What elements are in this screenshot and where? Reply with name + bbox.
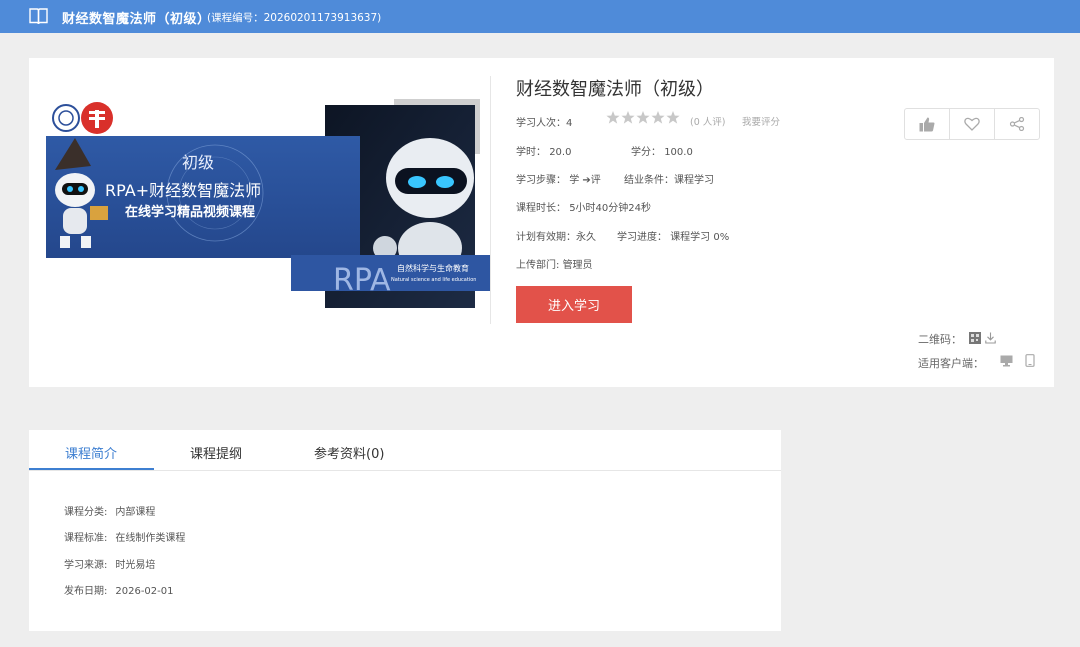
steps-value: 学 ➔评 <box>569 175 601 186</box>
department-info: 上传部门: 管理员 <box>516 256 593 271</box>
action-buttons <box>904 108 1040 140</box>
detail-value: 2026-02-01 <box>115 586 174 597</box>
cover-caption-cn: 自然科学与生命教育 <box>397 263 469 273</box>
duration-label: 课程时长： <box>516 203 566 214</box>
cover-banner-subtitle: 在线学习精品视频课程 <box>125 204 255 220</box>
learners-label: 学习人次： <box>516 118 566 129</box>
client-label: 适用客户端： <box>918 357 984 370</box>
duration-info: 课程时长： 5小时40分钟24秒 <box>516 199 651 214</box>
school-logo <box>52 102 113 134</box>
detail-value: 内部课程 <box>115 507 156 518</box>
rating-stars[interactable] <box>606 110 682 130</box>
progress-label: 学习进度： <box>617 232 667 243</box>
vertical-divider <box>490 76 491 324</box>
progress-value: 课程学习 0% <box>670 232 730 243</box>
favorite-button[interactable] <box>950 109 995 139</box>
tab-references[interactable]: 参考资料(0) <box>314 443 384 462</box>
validity-label: 计划有效期： <box>516 232 576 243</box>
detail-value: 时光易培 <box>115 560 156 571</box>
share-button[interactable] <box>995 109 1039 139</box>
validity-info: 计划有效期：永久 <box>516 228 596 243</box>
active-tab-indicator <box>29 468 154 470</box>
steps-info: 学习步骤： 学 ➔评 <box>516 171 601 186</box>
detail-row-category: 课程分类: 内部课程 <box>64 503 155 518</box>
mobile-icon <box>1025 354 1035 367</box>
header-title: 财经数智魔法师（初级） <box>62 12 211 27</box>
star-icon <box>606 111 620 124</box>
star-icon <box>621 111 635 124</box>
department-value: 管理员 <box>562 260 593 271</box>
rating-count: (0 人评) <box>690 117 726 128</box>
progress-info: 学习进度： 课程学习 0% <box>617 228 729 243</box>
department-label: 上传部门: <box>516 260 560 271</box>
detail-label: 课程标准: <box>64 533 108 544</box>
course-title: 财经数智魔法师（初级） <box>516 79 714 100</box>
heart-icon <box>964 117 980 131</box>
detail-row-standard: 课程标准: 在线制作类课程 <box>64 529 185 544</box>
enter-study-button[interactable]: 进入学习 <box>516 286 632 323</box>
detail-label: 发布日期: <box>64 586 108 597</box>
completion-label: 结业条件： <box>624 175 674 186</box>
qr-code-icon[interactable] <box>969 332 981 344</box>
star-icon <box>636 111 650 124</box>
tab-course-intro[interactable]: 课程简介 <box>65 443 117 462</box>
rate-link[interactable]: 我要评分 <box>742 114 780 128</box>
hours-value: 20.0 <box>549 147 572 158</box>
detail-row-publish-date: 发布日期: 2026-02-01 <box>64 582 174 597</box>
tab-course-outline[interactable]: 课程提纲 <box>190 443 242 462</box>
qr-code-row: 二维码： <box>918 331 962 347</box>
qr-code-label: 二维码： <box>918 333 962 346</box>
learners-value: 4 <box>566 118 573 129</box>
duration-value: 5小时40分钟24秒 <box>569 203 651 214</box>
course-cover-image: 初级 RPA+财经数智魔法师 在线学习精品视频课程 RPA 自然科学与生命教育 … <box>45 98 493 310</box>
course-code: (课程编号：20260201173913637) <box>207 12 382 24</box>
credits-label: 学分： <box>631 147 661 158</box>
hours-info: 学时： 20.0 <box>516 143 571 158</box>
cover-rpa-text: RPA <box>333 263 391 298</box>
hours-label: 学时： <box>516 147 546 158</box>
share-icon <box>1009 117 1025 131</box>
tab-divider <box>29 470 781 471</box>
validity-value: 永久 <box>576 232 596 243</box>
desktop-icon <box>1000 355 1013 367</box>
cover-level-text: 初级 <box>182 153 214 172</box>
learners-info: 学习人次：4 <box>516 114 572 129</box>
credits-info: 学分： 100.0 <box>631 143 693 158</box>
detail-label: 课程分类: <box>64 507 108 518</box>
top-bar: 财经数智魔法师（初级） (课程编号：20260201173913637) <box>0 0 1080 33</box>
like-button[interactable] <box>905 109 950 139</box>
detail-label: 学习来源: <box>64 560 108 571</box>
star-icon <box>651 111 665 124</box>
book-icon <box>29 8 48 25</box>
client-row: 适用客户端： <box>918 355 984 371</box>
download-icon[interactable] <box>985 332 996 344</box>
thumbs-up-icon <box>919 117 935 131</box>
completion-value: 课程学习 <box>674 175 714 186</box>
detail-value: 在线制作类课程 <box>115 533 186 544</box>
steps-label: 学习步骤： <box>516 175 566 186</box>
cover-caption-en: Natural science and life education <box>391 277 476 283</box>
detail-row-source: 学习来源: 时光易培 <box>64 556 155 571</box>
credits-value: 100.0 <box>664 147 693 158</box>
completion-info: 结业条件：课程学习 <box>624 171 714 186</box>
cover-banner-title: RPA+财经数智魔法师 <box>105 181 261 200</box>
star-icon <box>666 111 680 124</box>
